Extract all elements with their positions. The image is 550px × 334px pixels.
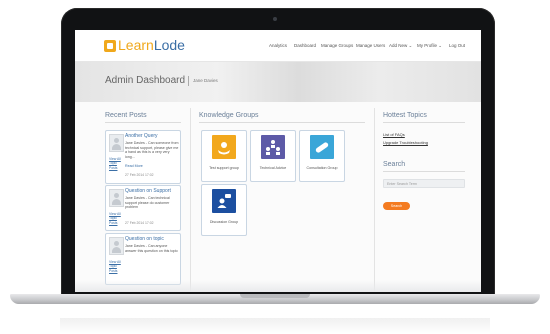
nav-add-new[interactable]: Add New ⌄ — [389, 43, 412, 49]
view-all-topic-posts-link[interactable]: View All Topic Posts — [109, 157, 122, 170]
chat-person-icon — [212, 189, 236, 213]
group-label: Test support group — [209, 166, 239, 170]
post-card: View All Topic Posts Another Query Jane … — [105, 130, 181, 184]
knowledge-groups-heading: Knowledge Groups — [199, 112, 259, 119]
nav-manage-groups[interactable]: Manage Groups — [321, 43, 353, 49]
group-label: Consultation Group — [306, 166, 338, 170]
column-divider-right — [374, 108, 375, 292]
search-rule — [383, 171, 465, 172]
pill-icon — [310, 135, 334, 159]
topic-link-upgrade[interactable]: Upgrade Troubleshooting — [383, 140, 428, 145]
nav-add-new-label: Add New — [389, 43, 408, 48]
group-card-technical-advice[interactable]: Technical Advice — [250, 130, 296, 182]
laptop-notch — [240, 294, 310, 298]
nav-dashboard[interactable]: Dashboard — [294, 43, 316, 49]
group-label: Discussion Group — [209, 220, 239, 224]
laptop-reflection — [60, 318, 490, 334]
group-card-test-support[interactable]: Test support group — [201, 130, 247, 182]
post-excerpt: Jane Davies - Can someone from technical… — [125, 141, 179, 159]
people-hierarchy-icon — [261, 135, 285, 159]
recent-posts-heading: Recent Posts — [105, 112, 147, 119]
app-logo[interactable]: LearnLode — [118, 37, 185, 54]
avatar — [109, 134, 124, 152]
view-all-topic-posts-link[interactable]: View All Topic Posts — [109, 212, 122, 225]
topic-link-faqs[interactable]: List of FAQs — [383, 132, 405, 137]
hottest-topics-rule — [383, 122, 465, 123]
post-date: 27 Feb 2014 17:02 — [125, 173, 154, 177]
column-divider-left — [190, 108, 191, 292]
nav-manage-users[interactable]: Manage Users — [356, 43, 385, 49]
screen-bottom-fade — [75, 280, 481, 292]
title-divider — [188, 76, 189, 86]
post-card: View All Topic Posts Question on topic J… — [105, 233, 181, 285]
chevron-down-icon: ⌄ — [438, 43, 443, 48]
logo-learn-text: Learn — [118, 37, 154, 53]
nav-my-profile-label: My Profile — [417, 43, 438, 48]
avatar — [109, 237, 124, 255]
current-user-name: Jane Davies — [193, 78, 218, 83]
chevron-down-icon: ⌄ — [408, 43, 413, 48]
hand-heart-icon — [212, 135, 236, 159]
avatar — [109, 189, 124, 207]
group-card-consultation[interactable]: Consultation Group — [299, 130, 345, 182]
post-excerpt: Jane Davies - Can anyone answer this que… — [125, 244, 178, 253]
post-card: View All Topic Posts Question on Support… — [105, 185, 181, 231]
read-more-link[interactable]: Read More — [125, 164, 143, 168]
logo-lode-text: Lode — [153, 37, 185, 53]
app-screen: LearnLode Analytics Dashboard Manage Gro… — [75, 30, 481, 292]
post-date: 27 Feb 2014 17:02 — [125, 221, 154, 225]
hottest-topics-heading: Hottest Topics — [383, 112, 427, 119]
webcam — [273, 17, 277, 21]
post-title[interactable]: Another Query — [125, 133, 158, 139]
learnlode-logo-icon — [104, 40, 116, 52]
search-button[interactable]: Search — [383, 202, 410, 210]
post-excerpt: Jane Davies - Can technical support plea… — [125, 196, 170, 210]
search-input[interactable]: Enter Search Term — [383, 179, 465, 188]
search-heading: Search — [383, 161, 406, 168]
knowledge-groups-rule — [199, 122, 365, 123]
nav-my-profile[interactable]: My Profile ⌄ — [417, 43, 442, 49]
group-card-discussion[interactable]: Discussion Group — [201, 184, 247, 236]
top-navigation-bar: LearnLode Analytics Dashboard Manage Gro… — [75, 30, 481, 62]
post-title[interactable]: Question on topic — [125, 236, 164, 242]
nav-analytics[interactable]: Analytics — [269, 43, 287, 49]
group-label: Technical Advice — [259, 166, 287, 170]
view-all-topic-posts-link[interactable]: View All Topic Posts — [109, 260, 122, 273]
recent-posts-rule — [105, 122, 181, 123]
page-title: Admin Dashboard — [105, 75, 186, 86]
nav-log-out[interactable]: Log Out — [449, 43, 465, 49]
post-title[interactable]: Question on Support — [125, 188, 171, 194]
